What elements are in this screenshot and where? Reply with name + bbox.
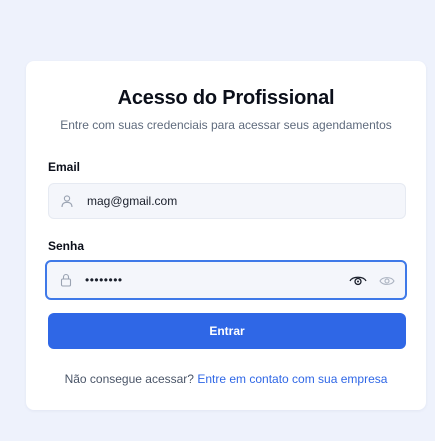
show-password-eye-icon[interactable] (349, 273, 367, 287)
password-input-value[interactable]: •••••••• (85, 273, 123, 287)
login-card: Acesso do Profissional Entre com suas cr… (26, 61, 426, 410)
email-field[interactable]: mag@gmail.com (48, 183, 406, 219)
footer-text: Não consegue acessar? (64, 372, 194, 386)
user-icon (60, 194, 74, 208)
footer-help: Não consegue acessar? Entre em contato c… (26, 372, 426, 386)
page-title: Acesso do Profissional (117, 87, 335, 109)
submit-button[interactable]: Entrar (48, 313, 406, 349)
password-label: Senha (48, 239, 85, 253)
email-label: Email (48, 160, 81, 174)
email-input-value[interactable]: mag@gmail.com (87, 194, 177, 208)
contact-company-link[interactable]: Entre em contato com sua empresa (197, 372, 387, 386)
eye-icon (379, 274, 395, 286)
password-field[interactable]: •••••••• (45, 260, 407, 300)
lock-icon (59, 273, 73, 287)
page-subtitle: Entre com suas credenciais para acessar … (60, 118, 392, 132)
